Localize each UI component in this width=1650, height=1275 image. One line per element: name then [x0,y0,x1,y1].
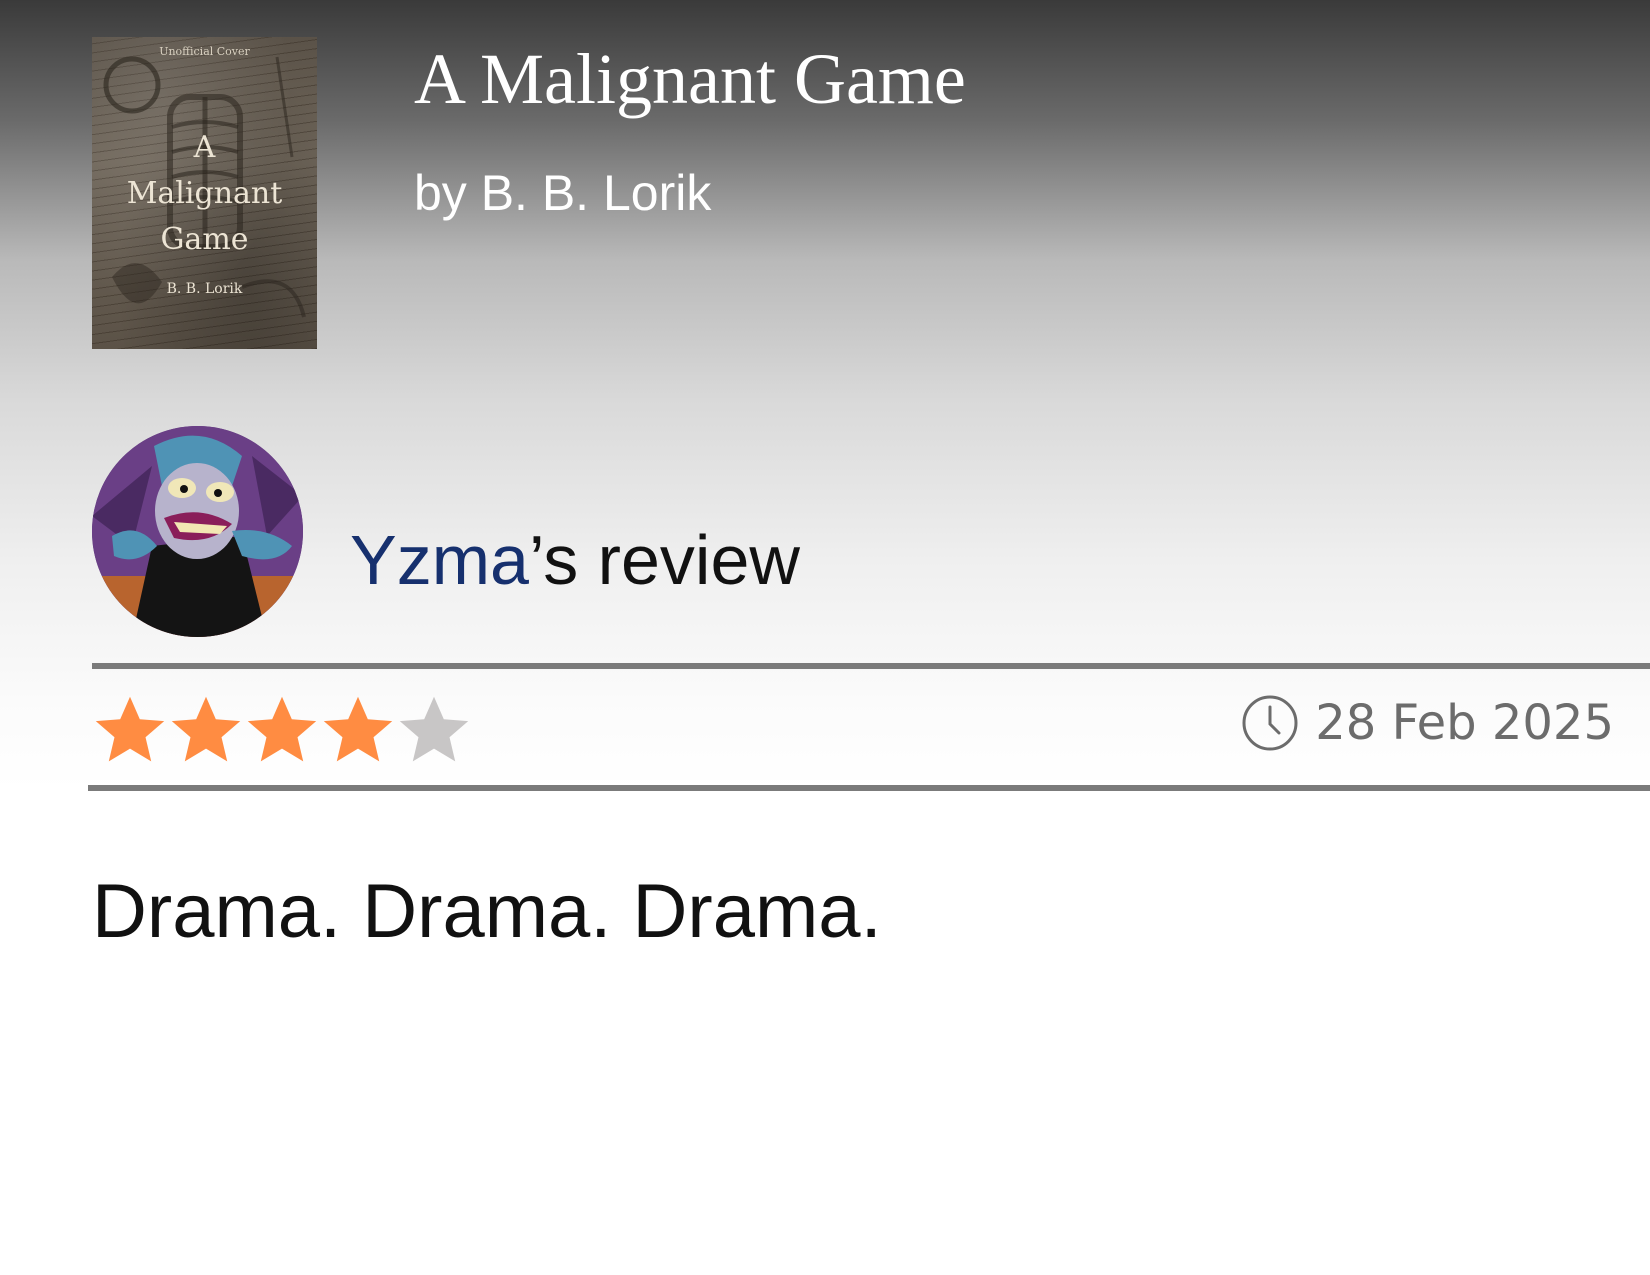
star-icon [92,692,168,768]
star-icon [320,692,396,768]
avatar-image [92,426,303,637]
reviewer-avatar[interactable] [92,426,303,637]
cover-title: A Malignant Game [92,125,317,263]
star-icon [168,692,244,768]
clock-icon [1241,694,1299,752]
book-byline[interactable]: by B. B. Lorik [414,164,711,222]
cover-title-line: A [193,130,216,165]
cover-note: Unofficial Cover [159,45,250,58]
cover-title-line: Game [160,222,249,257]
cover-title-line: Malignant [126,176,283,211]
star-icon [396,692,472,768]
star-rating [92,692,472,768]
book-cover[interactable]: Unofficial Cover A Malignant Game B. B. … [92,37,317,349]
reviewer-name-link[interactable]: Yzma [350,521,529,599]
book-title[interactable]: A Malignant Game [414,38,966,121]
review-date: 28 Feb 2025 [1241,693,1614,753]
review-date-text: 28 Feb 2025 [1315,695,1614,751]
review-body: Drama. Drama. Drama. [92,869,882,954]
review-heading: Yzma’s review [350,520,800,600]
star-icon [244,692,320,768]
divider [88,785,1650,791]
review-heading-suffix: ’s review [528,521,800,599]
cover-author: B. B. Lorik [166,281,243,297]
divider [92,663,1650,669]
